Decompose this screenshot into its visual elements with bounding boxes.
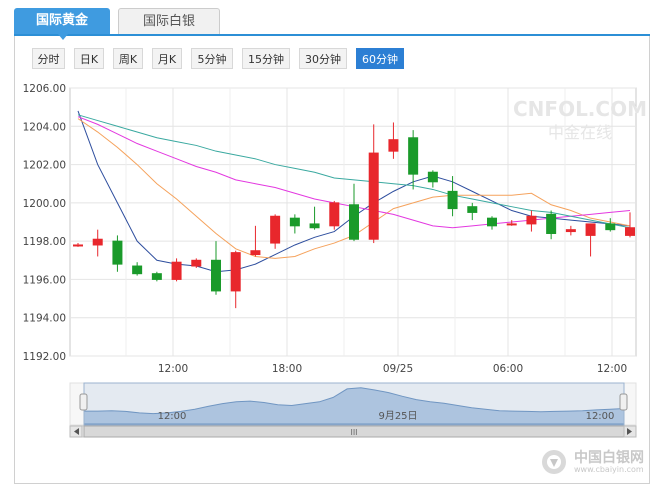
watermark-sub: 中金在线 xyxy=(548,123,612,142)
candle-body xyxy=(112,240,123,265)
navigator-right-handle[interactable] xyxy=(619,393,628,411)
candle-body xyxy=(309,223,320,229)
y-tick-label: 1206.00 xyxy=(23,83,66,95)
scrollbar[interactable]: III xyxy=(69,425,637,438)
candle-body xyxy=(408,137,419,175)
x-tick-label: 12:00 xyxy=(597,363,627,375)
candle-body xyxy=(565,229,576,233)
navigator-label: 12:00 xyxy=(158,411,187,422)
candle-body xyxy=(546,213,557,234)
candle-body xyxy=(171,261,182,280)
y-tick-label: 1196.00 xyxy=(23,274,66,286)
watermark-brand: CNFOL.COM xyxy=(513,97,647,121)
candle-body xyxy=(211,259,221,292)
candle-body xyxy=(487,217,497,227)
candle-body xyxy=(625,227,635,236)
x-axis: 12:00 18:00 09/25 06:00 12:00 xyxy=(158,363,627,375)
candle-body xyxy=(388,139,399,152)
y-tick-label: 1192.00 xyxy=(23,351,66,363)
candle-body xyxy=(506,223,517,226)
candle-body xyxy=(349,204,359,240)
candle-body xyxy=(73,244,83,247)
navigator-label: 9月25日 xyxy=(378,410,417,422)
candle-body xyxy=(427,171,438,183)
footer-logo-url: www.cbaiyin.com xyxy=(574,465,644,474)
candle-body xyxy=(289,217,300,227)
x-tick-label: 18:00 xyxy=(272,363,302,375)
candle-body xyxy=(447,190,458,210)
candles xyxy=(73,122,635,309)
candle-body xyxy=(250,250,261,256)
candle-body xyxy=(526,215,537,225)
y-tick-label: 1204.00 xyxy=(23,121,66,133)
y-tick-label: 1194.00 xyxy=(23,313,66,325)
candle-body xyxy=(230,252,241,292)
y-tick-label: 1198.00 xyxy=(23,236,66,248)
x-tick-label: 09/25 xyxy=(383,363,413,375)
candle-body xyxy=(605,223,616,231)
candle-body xyxy=(368,152,379,240)
y-axis: 1206.00 1204.00 1202.00 1200.00 1198.00 1196.… xyxy=(23,83,66,363)
navigator-left-handle[interactable] xyxy=(79,393,88,411)
candle-body xyxy=(92,238,103,246)
candle-body xyxy=(270,215,281,244)
navigator-label: 12:00 xyxy=(586,411,615,422)
candle-body xyxy=(191,259,202,267)
candlestick-chart: CNFOL.COM 中金在线 1206.00 1204.00 1202.00 1200… xyxy=(23,83,647,438)
candle-body xyxy=(132,265,143,275)
scrollbar-grip: III xyxy=(350,428,357,437)
candle-body xyxy=(151,273,162,280)
y-tick-label: 1200.00 xyxy=(23,198,66,210)
navigator[interactable]: 12:00 9月25日 12:00 xyxy=(69,382,637,426)
candle-body xyxy=(467,206,478,213)
candle-body xyxy=(585,223,596,236)
candle-body xyxy=(329,202,340,227)
footer-logo: 中国白银网 www.cbaiyin.com xyxy=(540,446,658,478)
x-tick-label: 06:00 xyxy=(493,363,523,375)
x-tick-label: 12:00 xyxy=(158,363,188,375)
y-tick-label: 1202.00 xyxy=(23,160,66,172)
footer-logo-name: 中国白银网 xyxy=(574,450,644,466)
